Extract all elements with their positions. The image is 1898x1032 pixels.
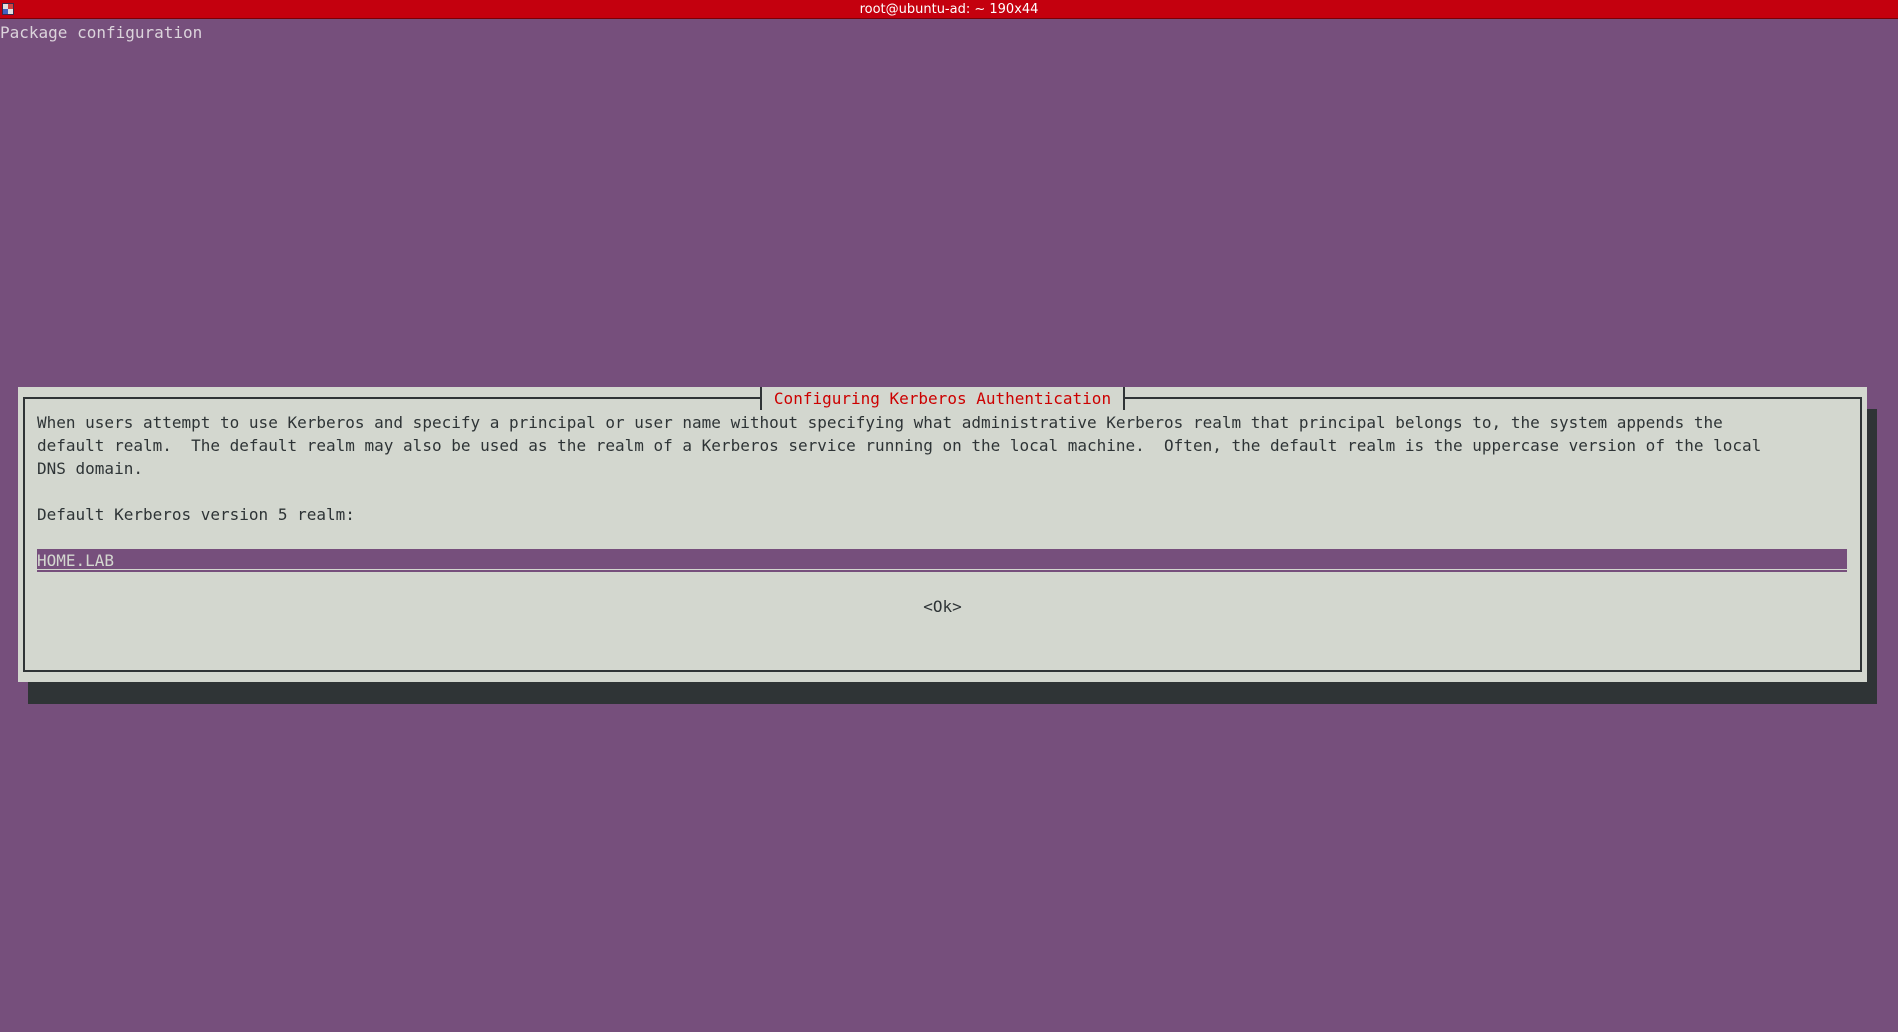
dialog-title: Configuring Kerberos Authentication <box>759 387 1126 410</box>
window-titlebar[interactable]: root@ubuntu-ad: ~ 190x44 <box>0 0 1898 19</box>
ok-button[interactable]: <Ok> <box>25 595 1860 618</box>
dialog-title-wrapper: Configuring Kerberos Authentication <box>25 387 1860 410</box>
dialog-description: When users attempt to use Kerberos and s… <box>37 413 1762 478</box>
dialog-frame: Configuring Kerberos Authentication When… <box>23 387 1862 672</box>
realm-input[interactable] <box>37 549 1847 572</box>
kerberos-dialog: Configuring Kerberos Authentication When… <box>18 387 1867 682</box>
window-title: root@ubuntu-ad: ~ 190x44 <box>859 2 1039 17</box>
terminal-area[interactable]: Package configuration Configuring Kerber… <box>0 19 1898 1032</box>
realm-prompt-label: Default Kerberos version 5 realm: <box>37 505 355 524</box>
package-configuration-header: Package configuration <box>0 23 203 42</box>
